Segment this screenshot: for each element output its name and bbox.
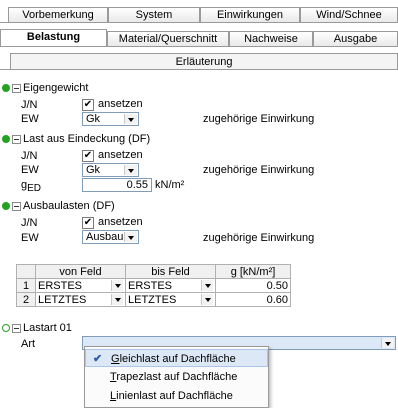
g-cell[interactable]: 0.50 xyxy=(215,278,291,293)
collapse-icon[interactable] xyxy=(12,84,21,93)
table-row[interactable]: 2 LETZTES LETZTES 0.60 xyxy=(16,292,291,307)
tab-einwirkungen[interactable]: Einwirkungen xyxy=(200,7,300,22)
ew-select[interactable]: Gk xyxy=(82,112,139,126)
ew-label: EW xyxy=(21,113,39,125)
chevron-down-icon[interactable] xyxy=(201,279,213,291)
ew-note: zugehörige Einwirkung xyxy=(203,164,315,176)
g-cell[interactable]: 0.60 xyxy=(215,292,291,307)
chevron-down-icon[interactable] xyxy=(111,279,123,291)
tab-separator xyxy=(0,22,398,23)
menu-item-label: Linienlast auf Dachfläche xyxy=(110,390,233,402)
menu-item-label: Trapezlast auf Dachfläche xyxy=(110,371,238,383)
bis-cell[interactable]: LETZTES xyxy=(125,292,216,307)
panel-title: Erläuterung xyxy=(10,53,398,69)
section-title-ausbaulasten: Ausbaulasten (DF) xyxy=(23,200,115,212)
col-header-num xyxy=(16,264,36,279)
tab-nachweise[interactable]: Nachweise xyxy=(229,31,313,46)
row-number: 1 xyxy=(16,278,36,293)
chevron-down-icon[interactable] xyxy=(111,293,123,305)
von-cell[interactable]: ERSTES xyxy=(35,278,126,293)
ew-label: EW xyxy=(21,232,39,244)
ew-value: Ausbau xyxy=(86,231,124,243)
jn-label: J/N xyxy=(21,150,38,162)
collapse-icon[interactable] xyxy=(12,202,21,211)
tab-system[interactable]: System xyxy=(108,7,200,22)
status-dot-icon xyxy=(2,84,10,92)
section-title-eigengewicht: Eigengewicht xyxy=(23,82,89,94)
art-dropdown-menu: ✔ Gleichlast auf Dachfläche Trapezlast a… xyxy=(84,346,269,408)
status-dot-icon xyxy=(2,135,10,143)
ew-value: Gk xyxy=(86,164,101,176)
ansetzen-checkbox[interactable]: ✔ xyxy=(82,99,94,111)
von-value: ERSTES xyxy=(38,279,83,292)
load-table: von Feld bis Feld g [kN/m²] 1 ERSTES ERS… xyxy=(16,264,291,307)
menu-item-label: Gleichlast auf Dachfläche xyxy=(111,353,236,365)
section-title-lastart: Lastart 01 xyxy=(23,322,72,334)
ansetzen-label: ansetzen xyxy=(98,149,143,161)
section-title-last-eindeckung: Last aus Eindeckung (DF) xyxy=(23,133,151,145)
ged-input[interactable]: 0.55 xyxy=(82,178,152,192)
tab-belastung[interactable]: Belastung xyxy=(0,29,107,47)
chevron-down-icon[interactable] xyxy=(381,338,394,348)
menu-item-linienlast[interactable]: Linienlast auf Dachfläche xyxy=(85,387,268,405)
tab-vorbemerkung[interactable]: Vorbemerkung xyxy=(8,7,108,22)
status-dot-empty-icon xyxy=(2,324,10,332)
ged-subscript: ED xyxy=(27,183,42,195)
ew-select[interactable]: Ausbau xyxy=(82,230,139,244)
von-cell[interactable]: LETZTES xyxy=(35,292,126,307)
row-number: 2 xyxy=(16,292,36,307)
jn-label: J/N xyxy=(21,217,38,229)
collapse-icon[interactable] xyxy=(12,135,21,144)
ew-note: zugehörige Einwirkung xyxy=(203,113,315,125)
chevron-down-icon[interactable] xyxy=(201,293,213,305)
ew-note: zugehörige Einwirkung xyxy=(203,232,315,244)
ansetzen-label: ansetzen xyxy=(98,216,143,228)
chevron-down-icon[interactable] xyxy=(124,165,137,175)
bis-value: ERSTES xyxy=(128,279,173,292)
table-row[interactable]: 1 ERSTES ERSTES 0.50 xyxy=(16,278,291,293)
chevron-down-icon[interactable] xyxy=(124,232,137,242)
menu-item-gleichlast[interactable]: ✔ Gleichlast auf Dachfläche xyxy=(85,349,268,367)
collapse-icon[interactable] xyxy=(12,324,21,333)
status-dot-icon xyxy=(2,202,10,210)
ansetzen-checkbox[interactable]: ✔ xyxy=(82,150,94,162)
ansetzen-label: ansetzen xyxy=(98,98,143,110)
col-header-bis: bis Feld xyxy=(125,264,216,279)
tab-wind-schnee[interactable]: Wind/Schnee xyxy=(300,7,398,22)
col-header-von: von Feld xyxy=(35,264,126,279)
chevron-down-icon[interactable] xyxy=(124,114,137,124)
von-value: LETZTES xyxy=(38,293,87,306)
tab-material-querschnitt[interactable]: Material/Querschnitt xyxy=(107,31,229,46)
bis-cell[interactable]: ERSTES xyxy=(125,278,216,293)
check-icon: ✔ xyxy=(93,353,103,365)
art-label: Art xyxy=(21,338,36,350)
ew-select[interactable]: Gk xyxy=(82,163,139,177)
col-header-g: g [kN/m²] xyxy=(215,264,291,279)
tab-separator-2 xyxy=(0,46,398,47)
ged-label: gED xyxy=(21,179,41,194)
ansetzen-checkbox[interactable]: ✔ xyxy=(82,217,94,229)
ew-label: EW xyxy=(21,164,39,176)
tab-ausgabe[interactable]: Ausgabe xyxy=(313,31,398,46)
ged-unit: kN/m² xyxy=(155,179,185,191)
bis-value: LETZTES xyxy=(128,293,177,306)
table-header-row: von Feld bis Feld g [kN/m²] xyxy=(16,264,291,279)
jn-label: J/N xyxy=(21,99,38,111)
ew-value: Gk xyxy=(86,113,101,125)
menu-item-trapezlast[interactable]: Trapezlast auf Dachfläche xyxy=(85,368,268,386)
